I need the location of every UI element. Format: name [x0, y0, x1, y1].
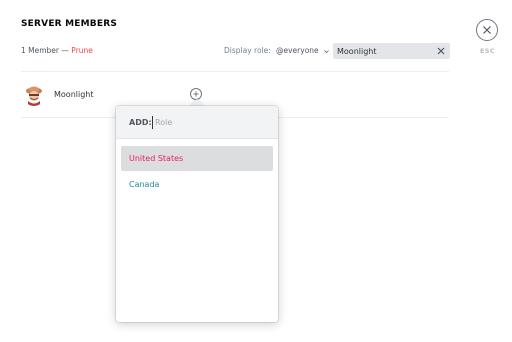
add-label: ADD:	[129, 118, 152, 127]
esc-label: ESC	[480, 47, 495, 55]
role-option-canada[interactable]: Canada	[121, 172, 273, 197]
member-search-box	[333, 43, 450, 59]
member-count-line: 1 Member — Prune	[21, 46, 93, 55]
display-role-value: @everyone	[276, 46, 319, 55]
plus-icon	[193, 91, 199, 97]
role-popout: ADD: United States Canada	[116, 106, 278, 322]
member-count: 1 Member	[21, 46, 60, 55]
close-icon	[483, 26, 491, 34]
display-role-label: Display role:	[224, 46, 271, 55]
header-divider	[21, 71, 449, 72]
avatar	[23, 84, 45, 106]
member-search-input[interactable]	[337, 45, 432, 57]
display-role-select[interactable]: @everyone	[276, 46, 330, 55]
popout-header: ADD:	[116, 106, 278, 139]
chevron-down-icon	[323, 49, 329, 53]
prune-link[interactable]: Prune	[71, 46, 93, 55]
clear-icon[interactable]	[436, 46, 446, 56]
avatar-image	[23, 84, 45, 106]
role-search-input[interactable]	[152, 116, 262, 129]
separator: —	[61, 46, 69, 55]
member-name: Moonlight	[54, 90, 94, 99]
close-button[interactable]	[476, 19, 498, 41]
role-option-united-states[interactable]: United States	[121, 146, 273, 171]
server-members-title: SERVER MEMBERS	[21, 19, 118, 29]
